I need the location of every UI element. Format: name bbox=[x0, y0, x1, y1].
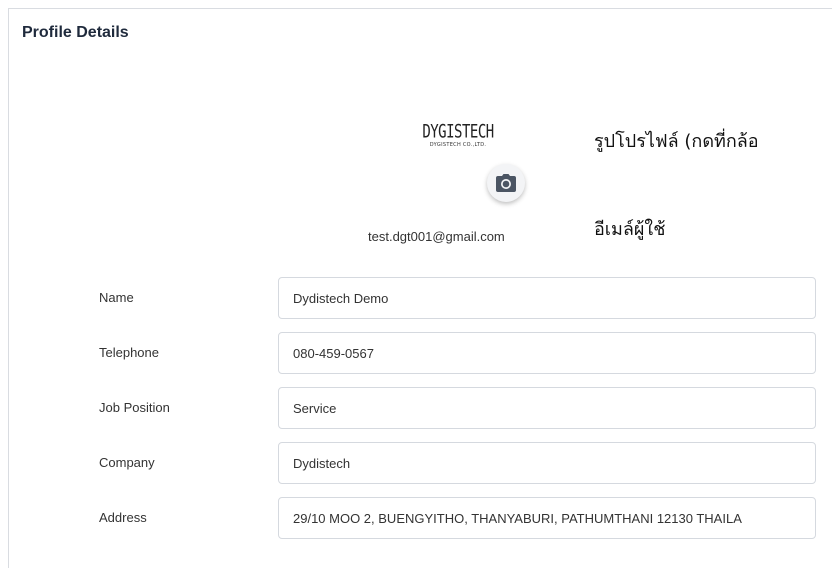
camera-icon bbox=[496, 174, 516, 192]
panel-title: Profile Details bbox=[22, 24, 129, 41]
name-label: Name bbox=[99, 290, 134, 305]
company-label: Company bbox=[99, 455, 155, 470]
company-logo: DYGISTECH DYGISTECH CO.,LTD. bbox=[418, 121, 498, 148]
telephone-label: Telephone bbox=[99, 345, 159, 360]
address-label: Address bbox=[99, 510, 147, 525]
job-position-field[interactable]: Service bbox=[278, 387, 816, 429]
logo-main-text: DYGISTECH bbox=[422, 121, 494, 143]
user-email-note: อีเมล์ผู้ใช้ bbox=[594, 219, 666, 240]
telephone-field[interactable]: 080-459-0567 bbox=[278, 332, 816, 374]
change-photo-button[interactable] bbox=[487, 164, 525, 202]
job-position-label: Job Position bbox=[99, 400, 170, 415]
name-field[interactable]: Dydistech Demo bbox=[278, 277, 816, 319]
address-field[interactable]: 29/10 MOO 2, BUENGYITHO, THANYABURI, PAT… bbox=[278, 497, 816, 539]
profile-photo-note: รูปโปรไฟล์ (กดที่กล้อ bbox=[594, 131, 759, 152]
user-email: test.dgt001@gmail.com bbox=[368, 229, 505, 244]
company-field[interactable]: Dydistech bbox=[278, 442, 816, 484]
logo-sub-text: DYGISTECH CO.,LTD. bbox=[429, 142, 487, 148]
